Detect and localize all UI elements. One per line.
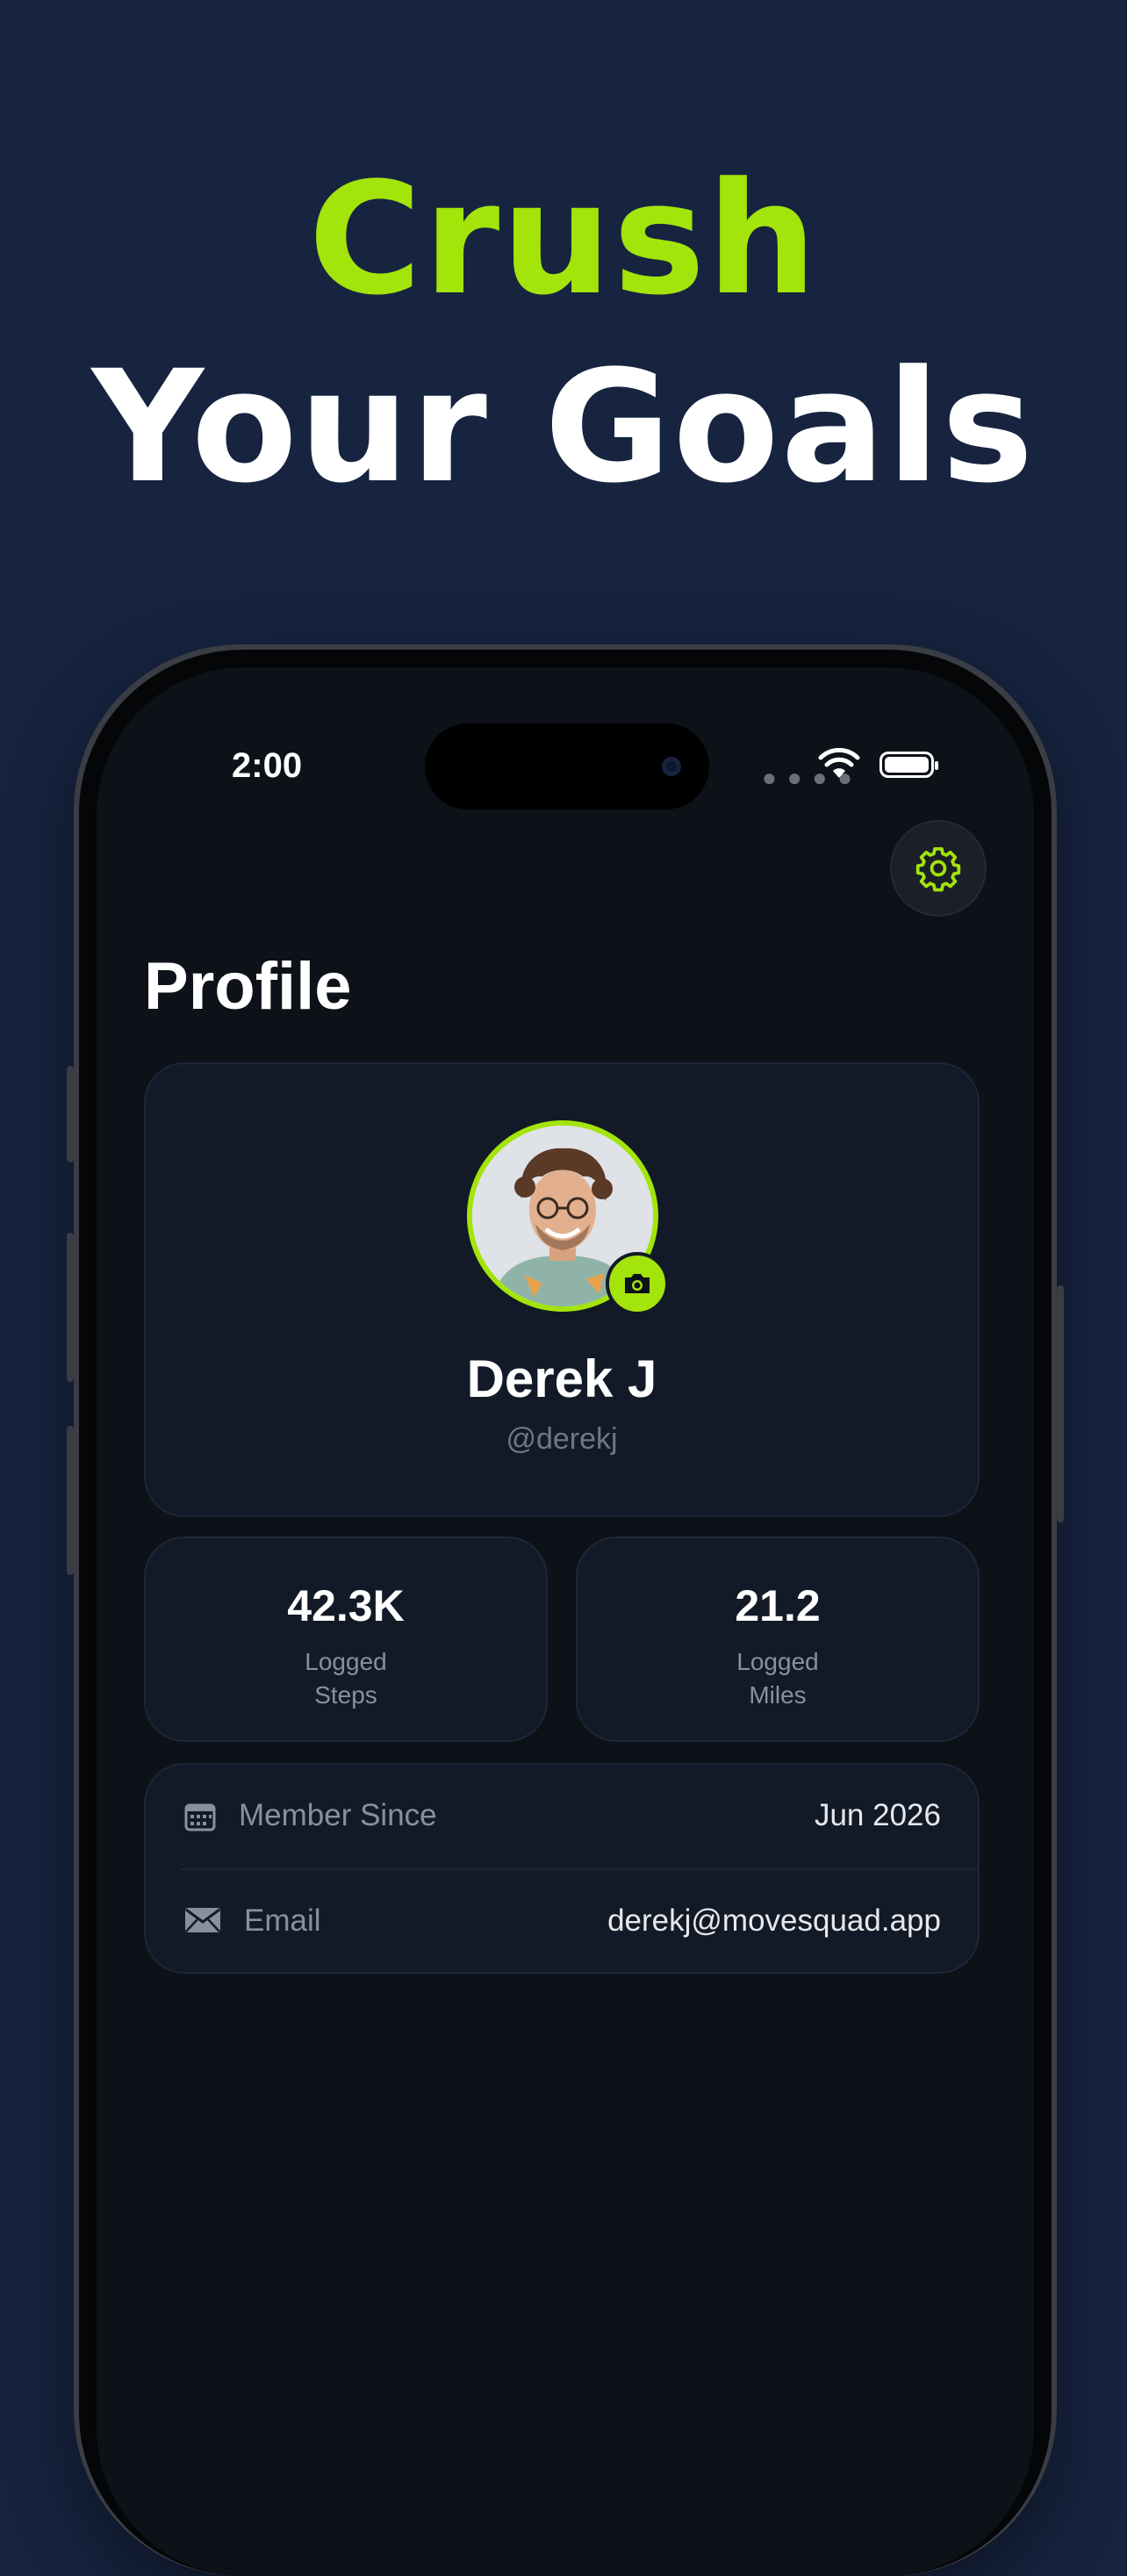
account-info-card: Member Since Jun 2026 Email derekj@moves… [144, 1763, 980, 1974]
info-value: Jun 2026 [814, 1798, 941, 1832]
headline-line-1: Crush [308, 149, 819, 329]
info-value: derekj@movesquad.app [607, 1903, 941, 1938]
headline-line-2: Your Goals [91, 337, 1036, 517]
info-label: Email [244, 1903, 321, 1938]
power-button [1057, 1285, 1064, 1522]
front-camera-icon [662, 757, 681, 776]
stat-card-steps: 42.3K Logged Steps [144, 1536, 548, 1742]
status-time: 2:00 [232, 746, 303, 785]
info-label: Member Since [239, 1798, 437, 1832]
stat-value: 42.3K [287, 1581, 405, 1630]
camera-icon [625, 1274, 650, 1293]
stat-value: 21.2 [735, 1581, 821, 1630]
action-button [67, 1066, 74, 1162]
mail-icon [185, 1908, 220, 1932]
dynamic-island [425, 723, 709, 809]
stat-label: Logged Steps [305, 1648, 387, 1709]
wifi-icon [818, 748, 860, 778]
calendar-icon [184, 1803, 216, 1831]
info-row-email[interactable]: Email derekj@movesquad.app [146, 1870, 978, 1974]
page-title: Profile [144, 949, 352, 1024]
phone-screen: 2:00 ● ● ● ● Profile Derek J @derekj 42.… [97, 667, 1034, 2576]
info-row-member-since: Member Since Jun 2026 [146, 1765, 978, 1870]
battery-icon [879, 752, 938, 778]
stat-label: Logged Miles [736, 1648, 819, 1709]
gear-icon [915, 846, 961, 892]
profile-name: Derek J [466, 1349, 657, 1408]
phone-frame: 2:00 ● ● ● ● Profile Derek J @derekj 42.… [67, 644, 1064, 2576]
change-photo-button[interactable] [606, 1252, 669, 1315]
stat-card-miles: 21.2 Logged Miles [576, 1536, 980, 1742]
profile-handle: @derekj [506, 1422, 618, 1456]
profile-card: Derek J @derekj [144, 1062, 980, 1517]
settings-button[interactable] [890, 820, 987, 917]
volume-up-button [67, 1233, 74, 1382]
volume-down-button [67, 1426, 74, 1575]
